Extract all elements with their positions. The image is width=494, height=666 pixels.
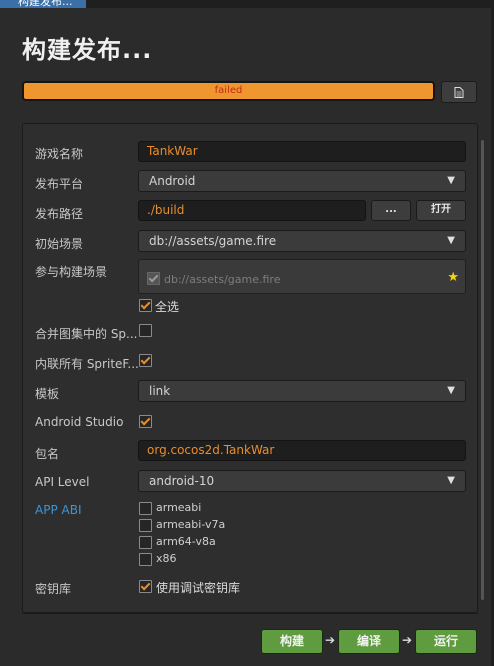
- build-path-label: 发布路径: [35, 207, 84, 221]
- debug-keystore-label: 使用调试密钥库: [156, 581, 241, 595]
- abi-armeabi-v7a-label: armeabi-v7a: [156, 518, 226, 531]
- app-abi-label: APP ABI: [35, 503, 82, 517]
- compile-button[interactable]: 编译: [338, 629, 400, 654]
- divider: [22, 613, 478, 614]
- dropdown-arrow-icon: ▼: [447, 475, 455, 486]
- abi-armeabi-checkbox[interactable]: [139, 502, 152, 515]
- start-scene-label: 初始场景: [35, 237, 84, 251]
- document-icon: [454, 86, 464, 98]
- platform-label: 发布平台: [35, 177, 84, 191]
- merge-atlas-checkbox[interactable]: [139, 324, 152, 337]
- build-progress-bar: failed: [22, 81, 435, 101]
- game-name-label: 游戏名称: [35, 147, 84, 161]
- browse-path-button[interactable]: ...: [371, 200, 411, 221]
- platform-select[interactable]: Android ▼: [138, 170, 466, 192]
- abi-arm64-v8a-label: arm64-v8a: [156, 535, 216, 548]
- build-button[interactable]: 构建: [261, 629, 323, 654]
- select-all-checkbox[interactable]: [139, 299, 152, 312]
- keystore-label: 密钥库: [35, 582, 72, 596]
- build-path-input[interactable]: ./build: [138, 200, 366, 221]
- template-label: 模板: [35, 387, 60, 401]
- arrow-right-icon: ➔: [325, 633, 336, 647]
- start-scene-select[interactable]: db://assets/game.fire ▼: [138, 230, 466, 252]
- inline-spriteframes-label: 内联所有 SpriteF...: [35, 357, 139, 371]
- abi-armeabi-label: armeabi: [156, 501, 202, 514]
- scene-checkbox: [147, 272, 160, 285]
- tab-bar: 构建发布...: [0, 0, 494, 8]
- progress-status: failed: [214, 85, 243, 96]
- game-name-input[interactable]: TankWar: [138, 141, 466, 162]
- dropdown-arrow-icon: ▼: [447, 175, 455, 186]
- abi-arm64-v8a-checkbox[interactable]: [139, 536, 152, 549]
- open-path-button[interactable]: 打开: [416, 200, 466, 221]
- platform-value: Android: [149, 174, 196, 188]
- run-button[interactable]: 运行: [415, 629, 477, 654]
- tab-build-publish[interactable]: 构建发布...: [0, 0, 86, 8]
- start-scene-value: db://assets/game.fire: [149, 234, 277, 248]
- debug-keystore-checkbox[interactable]: [139, 580, 152, 593]
- abi-armeabi-v7a-checkbox[interactable]: [139, 519, 152, 532]
- api-level-label: API Level: [35, 475, 90, 489]
- api-level-select[interactable]: android-10 ▼: [138, 470, 466, 492]
- star-icon: ★: [447, 270, 459, 285]
- package-name-label: 包名: [35, 447, 60, 461]
- api-level-value: android-10: [149, 474, 215, 488]
- scene-list: db://assets/game.fire ★: [138, 259, 466, 294]
- scene-path: db://assets/game.fire: [164, 273, 281, 286]
- android-studio-checkbox[interactable]: [139, 415, 152, 428]
- template-select[interactable]: link ▼: [138, 380, 466, 402]
- template-value: link: [149, 384, 171, 398]
- inline-spriteframes-checkbox[interactable]: [139, 354, 152, 367]
- panel-scrollbar[interactable]: [481, 140, 484, 600]
- abi-x86-checkbox[interactable]: [139, 553, 152, 566]
- scene-list-item[interactable]: db://assets/game.fire: [147, 272, 280, 286]
- page-title: 构建发布...: [22, 36, 153, 64]
- android-studio-label: Android Studio: [35, 415, 124, 429]
- select-all-label: 全选: [155, 300, 180, 314]
- abi-x86-label: x86: [156, 552, 177, 565]
- merge-atlas-label: 合并图集中的 Sp...: [35, 327, 138, 341]
- arrow-right-icon: ➔: [402, 633, 413, 647]
- dropdown-arrow-icon: ▼: [447, 235, 455, 246]
- package-name-input[interactable]: org.cocos2d.TankWar: [138, 440, 466, 461]
- scenes-label: 参与构建场景: [35, 265, 108, 279]
- dropdown-arrow-icon: ▼: [447, 385, 455, 396]
- open-log-button[interactable]: [441, 81, 477, 103]
